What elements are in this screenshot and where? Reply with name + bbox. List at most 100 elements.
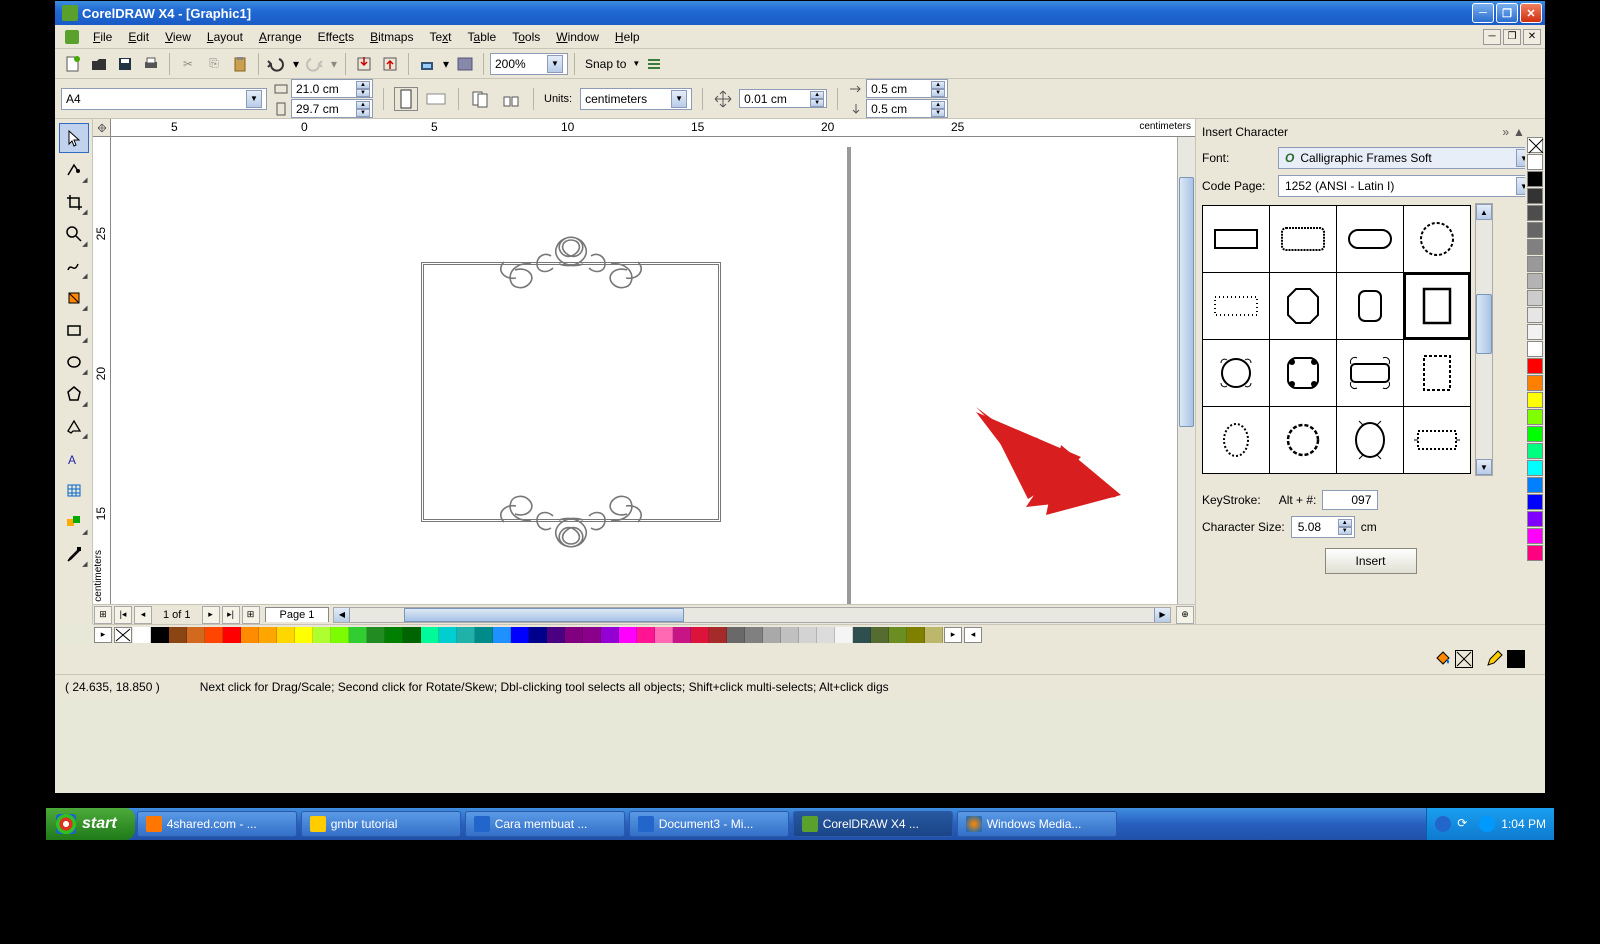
fill-color-indicator[interactable] (1455, 650, 1473, 668)
export-button[interactable] (378, 52, 402, 76)
palette-flyout[interactable]: ◂ (964, 627, 982, 643)
maximize-button[interactable]: ❐ (1496, 3, 1518, 23)
smart-fill-tool[interactable]: ◢ (59, 283, 89, 313)
open-button[interactable] (87, 52, 111, 76)
horizontal-scrollbar[interactable]: ◀ ▶ (333, 607, 1171, 623)
char-cell-selected[interactable] (1404, 273, 1470, 339)
taskbar-item[interactable]: 4shared.com - ... (137, 811, 297, 837)
pick-tool[interactable] (59, 123, 89, 153)
side-swatch[interactable] (1527, 426, 1543, 442)
palette-swatch[interactable] (799, 627, 817, 643)
palette-swatch[interactable] (169, 627, 187, 643)
undo-button[interactable] (265, 52, 289, 76)
palette-swatch[interactable] (223, 627, 241, 643)
duplicate-y-spin[interactable]: 0.5 cm▲▼ (866, 99, 948, 118)
redo-button[interactable] (303, 52, 327, 76)
menu-effects[interactable]: Effects (310, 30, 362, 44)
text-tool[interactable]: A (59, 443, 89, 473)
char-cell[interactable] (1203, 340, 1269, 406)
eyedropper-tool[interactable]: ◢ (59, 539, 89, 569)
codepage-combo[interactable]: 1252 (ANSI - Latin I)▼ (1278, 175, 1539, 197)
basic-shapes-tool[interactable]: ◢ (59, 411, 89, 441)
ellipse-tool[interactable]: ◢ (59, 347, 89, 377)
char-grid-scrollbar[interactable]: ▲▼ (1475, 203, 1493, 476)
start-button[interactable]: start (46, 808, 135, 840)
menu-table[interactable]: Table (460, 30, 505, 44)
palette-swatch[interactable] (835, 627, 853, 643)
palette-swatch[interactable] (403, 627, 421, 643)
side-swatch[interactable] (1527, 443, 1543, 459)
minimize-button[interactable]: ─ (1472, 3, 1494, 23)
mdi-close[interactable]: ✕ (1523, 29, 1541, 45)
add-page-button[interactable]: ⊞ (94, 606, 112, 624)
palette-scroll-right[interactable]: ▸ (944, 627, 962, 643)
palette-swatch[interactable] (259, 627, 277, 643)
font-combo[interactable]: OCalligraphic Frames Soft▼ (1278, 147, 1539, 169)
palette-swatch[interactable] (151, 627, 169, 643)
view-navigator-button[interactable]: ⊕ (1176, 606, 1194, 624)
print-button[interactable] (139, 52, 163, 76)
palette-swatch[interactable] (637, 627, 655, 643)
save-button[interactable] (113, 52, 137, 76)
palette-swatch[interactable] (421, 627, 439, 643)
palette-swatch[interactable] (511, 627, 529, 643)
crop-tool[interactable]: ◢ (59, 187, 89, 217)
side-swatch[interactable] (1527, 154, 1543, 170)
side-swatch[interactable] (1527, 477, 1543, 493)
no-fill-swatch[interactable] (114, 627, 132, 643)
app-menu-icon[interactable] (63, 28, 81, 46)
side-swatch[interactable] (1527, 358, 1543, 374)
side-swatch[interactable] (1527, 188, 1543, 204)
char-cell[interactable] (1404, 407, 1470, 473)
menu-tools[interactable]: Tools (504, 30, 548, 44)
shape-tool[interactable]: ◢ (59, 155, 89, 185)
palette-swatch[interactable] (241, 627, 259, 643)
chevron-down-icon[interactable]: ▼ (547, 55, 563, 73)
palette-swatch[interactable] (889, 627, 907, 643)
palette-swatch[interactable] (745, 627, 763, 643)
palette-swatch[interactable] (331, 627, 349, 643)
char-cell[interactable] (1203, 206, 1269, 272)
first-page-button[interactable]: |◂ (114, 606, 132, 624)
menu-view[interactable]: View (157, 30, 199, 44)
character-grid[interactable] (1202, 205, 1471, 474)
side-swatch[interactable] (1527, 545, 1543, 561)
char-cell[interactable] (1337, 340, 1403, 406)
palette-swatch[interactable] (385, 627, 403, 643)
mdi-minimize[interactable]: ─ (1483, 29, 1501, 45)
color-swatch-strip[interactable] (1525, 119, 1545, 624)
char-cell[interactable] (1270, 407, 1336, 473)
zoom-tool[interactable]: ◢ (59, 219, 89, 249)
menu-layout[interactable]: Layout (199, 30, 251, 44)
palette-swatch[interactable] (691, 627, 709, 643)
duplicate-x-spin[interactable]: 0.5 cm▲▼ (866, 79, 948, 98)
side-swatch[interactable] (1527, 324, 1543, 340)
polygon-tool[interactable]: ◢ (59, 379, 89, 409)
side-swatch[interactable] (1527, 222, 1543, 238)
new-button[interactable] (61, 52, 85, 76)
freehand-tool[interactable]: ◢ (59, 251, 89, 281)
palette-swatch[interactable] (475, 627, 493, 643)
side-swatch[interactable] (1527, 273, 1543, 289)
palette-swatch[interactable] (277, 627, 295, 643)
palette-swatch[interactable] (493, 627, 511, 643)
mdi-restore[interactable]: ❐ (1503, 29, 1521, 45)
docker-collapse-button[interactable]: ▲ (1513, 125, 1525, 139)
side-swatch[interactable] (1527, 494, 1543, 510)
side-swatch[interactable] (1527, 307, 1543, 323)
side-swatch[interactable] (1527, 528, 1543, 544)
char-cell[interactable] (1270, 206, 1336, 272)
palette-swatch[interactable] (709, 627, 727, 643)
paste-button[interactable] (228, 52, 252, 76)
palette-swatch[interactable] (529, 627, 547, 643)
char-cell[interactable] (1203, 273, 1269, 339)
portrait-button[interactable] (394, 87, 418, 111)
ruler-origin[interactable] (93, 119, 111, 137)
outline-color-indicator[interactable] (1507, 650, 1525, 668)
palette-swatch[interactable] (727, 627, 745, 643)
no-color-swatch[interactable] (1527, 137, 1543, 153)
interactive-tool[interactable]: ◢ (59, 507, 89, 537)
frame-graphic[interactable] (421, 237, 721, 547)
taskbar-item[interactable]: Cara membuat ... (465, 811, 625, 837)
undo-dropdown[interactable]: ▾ (291, 52, 301, 76)
